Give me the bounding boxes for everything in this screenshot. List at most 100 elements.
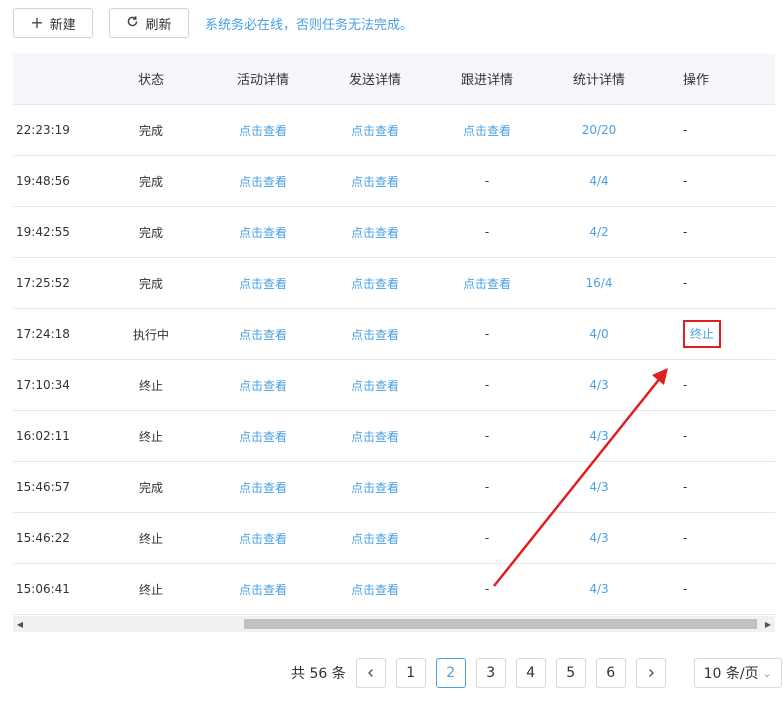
cell-status: 完成: [138, 174, 163, 189]
header-followup: 跟进详情: [460, 73, 513, 88]
stats-detail-link[interactable]: 4/3: [545, 480, 653, 494]
followup-detail-link[interactable]: 点击查看: [429, 275, 545, 292]
stats-detail-link[interactable]: 4/0: [545, 327, 653, 341]
stats-detail-link[interactable]: 4/3: [545, 582, 653, 596]
send-detail-link[interactable]: 点击查看: [321, 377, 429, 394]
cell-time: 22:23:19: [16, 123, 70, 137]
send-detail-link[interactable]: 点击查看: [321, 122, 429, 139]
cell-status: 完成: [138, 123, 163, 138]
cell-action: -: [683, 123, 688, 137]
activity-detail-link[interactable]: 点击查看: [205, 173, 321, 190]
refresh-button[interactable]: 刷新: [109, 8, 189, 38]
cell-time: 17:24:18: [16, 327, 70, 341]
cell-followup: -: [484, 480, 490, 494]
send-detail-link[interactable]: 点击查看: [321, 479, 429, 496]
header-activity: 活动详情: [236, 73, 289, 88]
triangle-right-icon[interactable]: ▶: [761, 616, 775, 632]
cell-followup: -: [484, 531, 490, 545]
send-detail-link[interactable]: 点击查看: [321, 173, 429, 190]
stats-detail-link[interactable]: 4/3: [545, 378, 653, 392]
activity-detail-link[interactable]: 点击查看: [205, 377, 321, 394]
activity-detail-link[interactable]: 点击查看: [205, 428, 321, 445]
page-size-select[interactable]: 10 条/页 ⌄: [693, 658, 782, 688]
cell-action: -: [683, 225, 688, 239]
header-stats: 统计详情: [572, 73, 625, 88]
stats-detail-link[interactable]: 4/2: [545, 225, 653, 239]
page-button-3[interactable]: 3: [475, 658, 506, 688]
stats-detail-link[interactable]: 4/4: [545, 174, 653, 188]
cell-action: -: [683, 582, 688, 596]
table-row: 15:06:41 终止 点击查看 点击查看 - 4/3 -: [13, 564, 775, 615]
activity-detail-link[interactable]: 点击查看: [205, 581, 321, 598]
stats-detail-link[interactable]: 16/4: [545, 276, 653, 290]
activity-detail-link[interactable]: 点击查看: [205, 224, 321, 241]
table-row: 17:25:52 完成 点击查看 点击查看 点击查看 16/4 -: [13, 258, 775, 309]
page-button-1[interactable]: 1: [395, 658, 426, 688]
new-button-label: 新建: [49, 17, 76, 33]
page-button-2[interactable]: 2: [435, 658, 466, 688]
table-row: 19:42:55 完成 点击查看 点击查看 - 4/2 -: [13, 207, 775, 258]
cell-action: -: [683, 174, 688, 188]
chevron-down-icon: ⌄: [762, 666, 772, 680]
cell-followup: -: [484, 429, 490, 443]
cell-status: 终止: [138, 378, 163, 393]
cell-followup: -: [484, 327, 490, 341]
toolbar: + 新建 刷新 系统务必在线，否则任务无法完成。: [13, 7, 413, 39]
online-notice: 系统务必在线，否则任务无法完成。: [205, 17, 414, 33]
send-detail-link[interactable]: 点击查看: [321, 275, 429, 292]
activity-detail-link[interactable]: 点击查看: [205, 530, 321, 547]
followup-detail-link[interactable]: 点击查看: [429, 122, 545, 139]
cell-time: 17:25:52: [16, 276, 70, 290]
table-row: 17:10:34 终止 点击查看 点击查看 - 4/3 -: [13, 360, 775, 411]
cell-action: -: [683, 480, 688, 494]
cell-status: 终止: [138, 429, 163, 444]
cell-status: 完成: [138, 276, 163, 291]
cell-action: 终止: [653, 320, 775, 348]
cell-time: 19:42:55: [16, 225, 70, 239]
prev-page-button[interactable]: [355, 658, 386, 688]
cell-followup: -: [484, 174, 490, 188]
chevron-right-icon: [648, 669, 654, 677]
stats-detail-link[interactable]: 4/3: [545, 531, 653, 545]
activity-detail-link[interactable]: 点击查看: [205, 479, 321, 496]
send-detail-link[interactable]: 点击查看: [321, 581, 429, 598]
refresh-icon: [126, 15, 139, 31]
plus-icon: +: [30, 13, 44, 32]
chevron-left-icon: [367, 669, 373, 677]
new-button[interactable]: + 新建: [13, 8, 93, 38]
table-row: 15:46:22 终止 点击查看 点击查看 - 4/3 -: [13, 513, 775, 564]
cell-status: 终止: [138, 582, 163, 597]
table-row: 19:48:56 完成 点击查看 点击查看 - 4/4 -: [13, 156, 775, 207]
cell-followup: -: [484, 225, 490, 239]
send-detail-link[interactable]: 点击查看: [321, 530, 429, 547]
send-detail-link[interactable]: 点击查看: [321, 224, 429, 241]
cell-time: 17:10:34: [16, 378, 70, 392]
send-detail-link[interactable]: 点击查看: [321, 326, 429, 343]
cell-time: 16:02:11: [16, 429, 70, 443]
cell-time: 15:46:22: [16, 531, 70, 545]
horizontal-scrollbar[interactable]: ◀ ▶: [13, 616, 775, 632]
page-button-6[interactable]: 6: [595, 658, 626, 688]
header-action: 操作: [683, 73, 710, 88]
scrollbar-thumb[interactable]: [244, 619, 757, 629]
page-size-value: 10 条/页: [703, 666, 759, 682]
table-row: 15:46:57 完成 点击查看 点击查看 - 4/3 -: [13, 462, 775, 513]
activity-detail-link[interactable]: 点击查看: [205, 275, 321, 292]
cell-followup: -: [484, 378, 490, 392]
triangle-left-icon[interactable]: ◀: [13, 616, 27, 632]
next-page-button[interactable]: [635, 658, 666, 688]
pagination: 共 56 条 1 2 3 4 5 6 10 条/页 ⌄: [291, 657, 782, 689]
page-button-4[interactable]: 4: [515, 658, 546, 688]
stats-detail-link[interactable]: 20/20: [545, 123, 653, 137]
cell-status: 执行中: [132, 327, 169, 342]
stop-task-button[interactable]: 终止: [683, 320, 722, 348]
cell-action: -: [683, 378, 688, 392]
send-detail-link[interactable]: 点击查看: [321, 428, 429, 445]
page-button-5[interactable]: 5: [555, 658, 586, 688]
cell-action: -: [683, 276, 688, 290]
activity-detail-link[interactable]: 点击查看: [205, 326, 321, 343]
activity-detail-link[interactable]: 点击查看: [205, 122, 321, 139]
table-row: 22:23:19 完成 点击查看 点击查看 点击查看 20/20 -: [13, 105, 775, 156]
header-send: 发送详情: [348, 73, 401, 88]
stats-detail-link[interactable]: 4/3: [545, 429, 653, 443]
